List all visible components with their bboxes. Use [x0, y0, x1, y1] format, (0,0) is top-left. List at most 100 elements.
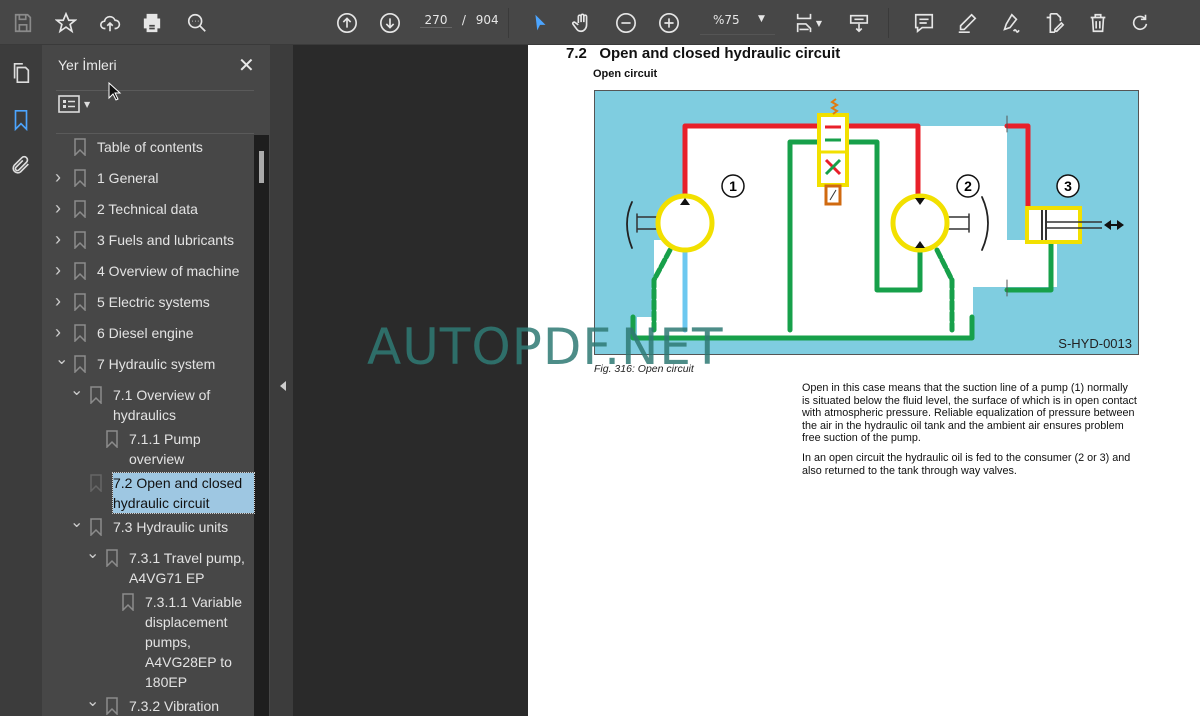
panel-title: Yer İmleri — [58, 57, 117, 73]
page-up-icon[interactable] — [332, 8, 362, 38]
bookmark-item[interactable]: 7.2 Open and closed hydraulic circuit — [42, 472, 255, 517]
bookmark-item[interactable]: › 2 Technical data — [42, 198, 254, 230]
bookmark-icon — [74, 231, 86, 249]
mouse-cursor-icon — [108, 82, 122, 101]
chevron-down-icon[interactable]: ⌄ — [55, 350, 68, 368]
rotate-icon[interactable] — [1125, 8, 1155, 38]
edit-pdf-icon[interactable] — [1039, 8, 1069, 38]
comment-icon[interactable] — [909, 8, 939, 38]
chevron-down-icon[interactable]: ▼ — [812, 8, 826, 38]
highlight-icon[interactable] — [952, 8, 982, 38]
chevron-right-icon[interactable]: › — [55, 229, 67, 249]
bookmark-icon — [106, 549, 118, 567]
bookmark-item[interactable]: ⌄ 7.3 Hydraulic units — [42, 514, 254, 548]
chevron-right-icon[interactable]: › — [55, 291, 67, 311]
section-title: 7.2 Open and closed hydraulic circuit — [566, 45, 841, 62]
component-label: 1 — [729, 178, 737, 194]
bookmark-label: 7 Hydraulic system — [97, 356, 216, 372]
bookmark-item[interactable]: ⌄ 7.3.2 Vibration — [42, 693, 254, 716]
collapse-arrow-icon[interactable] — [280, 381, 286, 391]
scrollbar-thumb[interactable] — [259, 151, 264, 183]
bookmark-icon — [90, 386, 102, 404]
bookmark-star-icon[interactable] — [51, 8, 81, 38]
attachment-icon[interactable] — [7, 151, 35, 179]
bookmark-label: 7.3 Hydraulic units — [113, 519, 229, 535]
paragraph: In an open circuit the hydraulic oil is … — [802, 452, 1131, 477]
bookmark-options-button[interactable]: ▼ — [58, 95, 90, 113]
bookmark-item[interactable]: › 4 Overview of machine — [42, 260, 254, 292]
paragraph: Open in this case means that the suction… — [802, 382, 1137, 445]
bookmark-icon — [74, 355, 86, 373]
bookmark-label: 2 Technical data — [97, 201, 198, 217]
total-pages: 904 — [475, 13, 499, 27]
chevron-right-icon[interactable]: › — [55, 322, 67, 342]
chevron-right-icon[interactable]: › — [55, 167, 67, 187]
chevron-right-icon[interactable]: › — [55, 198, 67, 218]
zoom-in-icon[interactable] — [654, 8, 684, 38]
bookmark-item[interactable]: ⌄ 7.3.1 Travel pump, A4VG71 EP — [42, 545, 254, 592]
bookmark-item[interactable]: › 1 General — [42, 167, 254, 199]
chevron-down-icon[interactable]: ⌄ — [86, 692, 99, 710]
bookmark-icon — [106, 430, 118, 448]
save-icon[interactable] — [8, 8, 38, 38]
page-number-input[interactable]: 270 — [420, 13, 452, 28]
find-icon[interactable] — [182, 8, 212, 38]
zoom-value: %75 — [713, 13, 740, 27]
figure-code: S-HYD-0013 — [1058, 336, 1132, 351]
bookmark-icon — [106, 697, 118, 715]
bookmark-item[interactable]: › 5 Electric systems — [42, 291, 254, 323]
chevron-down-icon[interactable]: ⌄ — [70, 513, 83, 531]
chevron-right-icon[interactable]: › — [55, 260, 67, 280]
bookmarks-icon[interactable] — [7, 106, 35, 134]
bookmark-item[interactable]: › 3 Fuels and lubricants — [42, 229, 254, 261]
cloud-upload-icon[interactable] — [95, 8, 125, 38]
delete-icon[interactable] — [1083, 8, 1113, 38]
bookmark-icon — [74, 293, 86, 311]
panel-splitter[interactable] — [270, 45, 293, 716]
bookmark-label: Table of contents — [97, 139, 203, 155]
bookmark-icon — [90, 474, 102, 492]
watermark: AUTOPDF.NET — [367, 318, 724, 376]
page-down-icon[interactable] — [375, 8, 405, 38]
component-label: 3 — [1064, 178, 1072, 194]
bookmark-icon — [90, 518, 102, 536]
bookmark-label: 3 Fuels and lubricants — [97, 232, 234, 248]
scroll-mode-icon[interactable] — [844, 8, 874, 38]
bookmark-item[interactable]: Table of contents — [42, 137, 254, 168]
bookmark-item[interactable]: › 6 Diesel engine — [42, 322, 254, 354]
bookmark-label: 7.2 Open and closed hydraulic circuit — [112, 472, 255, 514]
zoom-out-icon[interactable] — [611, 8, 641, 38]
chevron-down-icon[interactable]: ⌄ — [70, 381, 83, 399]
bookmark-icon — [74, 138, 86, 156]
hand-icon[interactable] — [567, 8, 597, 38]
chevron-down-icon: ▼ — [84, 99, 91, 109]
bookmark-label: 1 General — [97, 170, 159, 186]
bookmark-label: 7.1 Overview of hydraulics — [113, 387, 211, 423]
bookmark-icon — [74, 324, 86, 342]
toolbar: 270 / 904 %75 ▼ ▼ — [0, 0, 1200, 45]
component-label: 2 — [964, 178, 972, 194]
bookmark-item[interactable]: 7.3.1.1 Variable displacement pumps, A4V… — [42, 592, 254, 696]
select-cursor-icon[interactable] — [525, 8, 555, 38]
bookmarks-panel: Yer İmleri ✕ ▼ Table of contents › 1 Gener… — [42, 45, 270, 716]
side-rail — [0, 45, 42, 716]
bookmark-icon — [122, 593, 134, 611]
chevron-down-icon[interactable]: ⌄ — [86, 544, 99, 562]
bookmark-item[interactable]: 7.1.1 Pump overview — [42, 429, 254, 473]
bookmark-icon — [74, 169, 86, 187]
bookmark-label: 5 Electric systems — [97, 294, 210, 310]
bookmark-label: 7.1.1 Pump overview — [129, 431, 201, 467]
sign-icon[interactable] — [995, 8, 1025, 38]
bookmark-label: 7.3.1 Travel pump, A4VG71 EP — [129, 550, 245, 586]
pages-icon[interactable] — [7, 59, 35, 87]
zoom-select[interactable]: %75 ▼ — [700, 13, 775, 35]
close-icon[interactable]: ✕ — [238, 55, 255, 75]
bookmark-item[interactable]: ⌄ 7.1 Overview of hydraulics — [42, 382, 254, 429]
list-options-icon — [58, 95, 80, 113]
print-icon[interactable] — [137, 8, 167, 38]
bookmark-label: 7.3.1.1 Variable displacement pumps, A4V… — [145, 594, 243, 690]
bookmark-icon — [74, 200, 86, 218]
hydraulic-diagram: 1 2 3 S-HYD-0013 — [594, 90, 1139, 355]
scrollbar[interactable] — [254, 135, 269, 716]
bookmark-label: 6 Diesel engine — [97, 325, 194, 341]
